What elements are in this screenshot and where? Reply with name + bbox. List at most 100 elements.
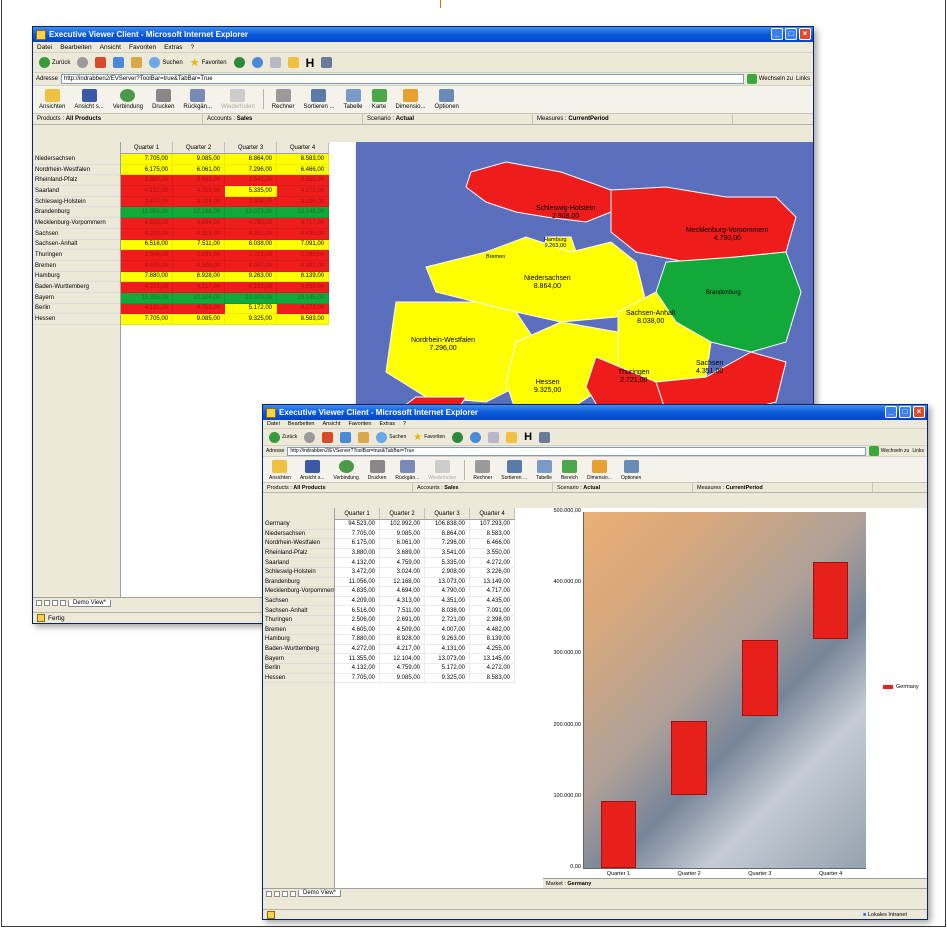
products-dimension[interactable]: Products : All Products	[263, 483, 413, 492]
column-header[interactable]: Quarter 1	[121, 142, 173, 153]
first-sheet-button[interactable]	[36, 600, 42, 606]
row-header[interactable]: Rheinland-Pfalz	[33, 175, 120, 187]
drucken-button[interactable]: Drucken	[365, 460, 390, 481]
cell[interactable]: 9.325,00	[425, 673, 470, 684]
cell[interactable]: 8.139,00	[470, 635, 515, 645]
row-header[interactable]: Baden-Wurttemberg	[33, 282, 120, 293]
cell[interactable]: 4.694,00	[380, 587, 425, 597]
redo-button[interactable]: Wiederholen	[425, 460, 459, 481]
cell[interactable]: 12.104,00	[173, 292, 225, 304]
cell[interactable]: 4.132,00	[121, 186, 173, 197]
search-button[interactable]: Suchen	[374, 431, 408, 444]
cell[interactable]: 13.145,00	[470, 654, 515, 664]
optionen-button[interactable]: Optionen	[618, 460, 644, 481]
cell[interactable]: 4.694,00	[173, 218, 225, 229]
accounts-dimension[interactable]: Accounts : Sales	[203, 114, 363, 124]
close-button[interactable]: ×	[799, 28, 811, 40]
column-header[interactable]: Quarter 2	[380, 508, 425, 519]
go-button[interactable]: Wechseln zu	[746, 74, 793, 84]
cell[interactable]: 12.104,00	[380, 654, 425, 664]
cell[interactable]: 4.482,00	[470, 625, 515, 636]
cell[interactable]: 4.351,00	[225, 228, 277, 240]
cell[interactable]: 8.928,00	[380, 635, 425, 645]
cell[interactable]: 3.541,00	[225, 175, 277, 187]
cell[interactable]: 5.172,00	[225, 303, 277, 315]
cell[interactable]: 7.296,00	[425, 539, 470, 549]
tabelle-button[interactable]: Tabelle	[341, 89, 366, 110]
dimension-button[interactable]: Dimensio...	[393, 89, 429, 110]
maximize-button[interactable]: □	[785, 28, 797, 40]
cell[interactable]: 3.689,00	[380, 548, 425, 559]
cell[interactable]: 4.717,00	[277, 218, 329, 229]
cell[interactable]: 3.880,00	[335, 548, 380, 559]
bar-quarter-2[interactable]	[671, 721, 707, 795]
menu-help[interactable]: ?	[191, 44, 195, 51]
cell[interactable]: 7.511,00	[380, 606, 425, 616]
cell[interactable]: 3.226,00	[470, 567, 515, 578]
row-header[interactable]: Saarland	[33, 186, 120, 197]
bar-quarter-1[interactable]	[600, 800, 637, 868]
cell[interactable]: 8.864,00	[225, 154, 277, 165]
cell[interactable]: 2.908,00	[425, 567, 470, 578]
cell[interactable]: 9.085,00	[380, 673, 425, 684]
home-button[interactable]	[129, 56, 144, 69]
row-header[interactable]: Sachsen-Anhalt	[263, 606, 334, 616]
cell[interactable]: 3.541,00	[425, 548, 470, 559]
undo-button[interactable]: Rückgän...	[392, 460, 422, 481]
scenario-dimension[interactable]: Scenario : Actual	[363, 114, 533, 124]
optionen-button[interactable]: Optionen	[432, 89, 462, 110]
row-header[interactable]: Niedersachsen	[33, 154, 120, 165]
cell[interactable]: 4.272,00	[470, 558, 515, 568]
cell[interactable]: 8.864,00	[425, 529, 470, 540]
cell[interactable]: 3.550,00	[277, 175, 329, 187]
last-sheet-button[interactable]	[290, 890, 296, 897]
cell[interactable]: 2.691,00	[380, 615, 425, 626]
row-header[interactable]: Bremen	[263, 626, 334, 636]
column-header[interactable]: Quarter 4	[470, 508, 515, 519]
cell[interactable]: 4.509,00	[173, 260, 225, 272]
cell[interactable]: 9.263,00	[225, 271, 277, 283]
cell[interactable]: 4.759,00	[380, 558, 425, 568]
cell[interactable]: 8.583,00	[277, 154, 329, 165]
region-mecklenburg-vorpommern[interactable]	[610, 186, 797, 263]
ansicht-speichern-button[interactable]: Ansicht s...	[297, 460, 327, 481]
title-bar[interactable]: Executive Viewer Client - Microsoft Inte…	[33, 27, 813, 42]
cell[interactable]: 4.272,00	[121, 282, 173, 293]
row-header[interactable]: Berlin	[33, 304, 120, 315]
cell[interactable]: 94.523,00	[335, 520, 380, 530]
row-header[interactable]: Schleswig-Holstein	[33, 197, 120, 208]
cell[interactable]: 107.293,00	[470, 520, 515, 530]
cell[interactable]: 4.790,00	[425, 587, 470, 597]
cell[interactable]: 7.705,00	[335, 673, 380, 684]
cell[interactable]: 13.073,00	[225, 292, 277, 304]
maximize-button[interactable]: □	[899, 406, 911, 418]
row-header[interactable]: Berlin	[263, 664, 334, 674]
cell[interactable]: 9.325,00	[225, 314, 277, 325]
row-header[interactable]: Brandenburg	[33, 207, 120, 219]
title-bar[interactable]: Executive Viewer Client - Microsoft Inte…	[263, 405, 927, 420]
folder-button[interactable]	[504, 431, 519, 444]
row-header[interactable]: Schleswig-Holstein	[263, 568, 334, 578]
row-header[interactable]: Thuringen	[263, 616, 334, 626]
history-button[interactable]	[468, 431, 483, 444]
folder-button[interactable]	[286, 56, 301, 69]
cell[interactable]: 7.705,00	[121, 154, 173, 165]
row-header[interactable]: Hessen	[263, 674, 334, 684]
cell[interactable]: 9.085,00	[173, 154, 225, 165]
media-button[interactable]	[450, 431, 465, 444]
column-header[interactable]: Quarter 1	[335, 508, 380, 519]
cell[interactable]: 9.085,00	[380, 529, 425, 540]
cell[interactable]: 3.024,00	[380, 567, 425, 578]
row-header[interactable]: Mecklenburg-Vorpommern	[263, 587, 334, 597]
accounts-dimension[interactable]: Accounts : Sales	[413, 483, 553, 492]
cell[interactable]: 4.209,00	[335, 596, 380, 607]
links-label[interactable]: Links	[912, 448, 924, 454]
search-button[interactable]: Suchen	[147, 56, 184, 69]
row-header[interactable]: Bayern	[263, 654, 334, 664]
cell[interactable]: 102.992,00	[380, 520, 425, 530]
next-sheet-button[interactable]	[52, 600, 58, 606]
cell[interactable]: 4.509,00	[380, 625, 425, 636]
address-input[interactable]: http://indrabben2/EVServer?ToolBar=true&…	[287, 446, 866, 456]
drucken-button[interactable]: Drucken	[149, 89, 177, 110]
cell[interactable]: 8.139,00	[277, 271, 329, 283]
